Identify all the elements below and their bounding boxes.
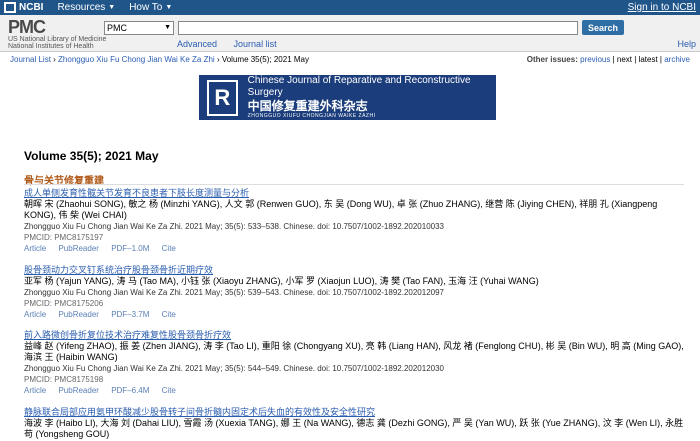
database-select[interactable]: PMC ▼ <box>104 20 174 35</box>
search-button[interactable]: Search <box>582 20 625 35</box>
article-link-cite[interactable]: Cite <box>162 310 176 319</box>
pmc-logo[interactable]: PMC US National Library of Medicine Nati… <box>8 18 108 50</box>
database-select-value: PMC <box>107 22 127 33</box>
chevron-down-icon: ▼ <box>164 24 171 31</box>
howto-menu[interactable]: How To ▼ <box>129 2 172 13</box>
article-authors: 亚军 杨 (Yajun YANG), 涛 马 (Tao MA), 小钰 张 (X… <box>24 276 539 286</box>
issue-link-latest[interactable]: latest <box>639 55 658 64</box>
section-divider <box>24 184 684 185</box>
pmc-logo-subtitle: US National Library of Medicine National… <box>8 36 107 50</box>
breadcrumb-journal[interactable]: Zhongguo Xiu Fu Chong Jian Wai Ke Za Zhi <box>58 55 215 64</box>
resources-menu[interactable]: Resources ▼ <box>57 2 115 13</box>
pmc-logo-mark: PMC <box>8 17 46 37</box>
chevron-down-icon: ▼ <box>108 4 116 11</box>
article-title-link[interactable]: 前入路微创骨折复位技术治疗难复性股骨颈骨折疗效 <box>24 330 684 341</box>
journal-logo-icon: R <box>207 79 238 116</box>
issue-link-archive[interactable]: archive <box>664 55 690 64</box>
article-link-pdf[interactable]: PDF–1.0M <box>111 244 149 253</box>
other-issues: Other issues: previous | next | latest |… <box>526 54 690 64</box>
article-pmcid: PMCID: PMC8175197 <box>24 233 104 242</box>
article-title-link[interactable]: 静脉联合局部应用氨甲环酸减少股骨转子间骨折髓内固定术后失血的有效性及安全性研究 <box>24 407 684 418</box>
journal-list-link[interactable]: Journal list <box>234 39 277 49</box>
list-item: 股骨颈动力交叉钉系统治疗股骨颈骨折近期疗效 亚军 杨 (Yajun YANG),… <box>24 265 684 320</box>
article-links: Article PubReader PDF–3.7M Cite <box>24 309 684 320</box>
article-link-pubreader[interactable]: PubReader <box>58 244 98 253</box>
other-issues-label: Other issues: <box>526 54 578 64</box>
article-link-cite[interactable]: Cite <box>162 244 176 253</box>
breadcrumb-journal-list[interactable]: Journal List <box>10 55 51 64</box>
article-links: Article PubReader PDF–6.4M Cite <box>24 385 684 396</box>
issue-link-next[interactable]: next <box>617 55 632 64</box>
breadcrumb-current: Volume 35(5); 2021 May <box>221 54 309 64</box>
article-links: Article PubReader PDF–1.0M Cite <box>24 243 684 254</box>
ncbi-label: NCBI <box>19 2 44 13</box>
article-citation: Zhongguo Xiu Fu Chong Jian Wai Ke Za Zhi… <box>24 288 444 297</box>
issue-link-previous[interactable]: previous <box>580 55 610 64</box>
pmc-header: PMC US National Library of Medicine Nati… <box>0 15 700 52</box>
article-link-pdf[interactable]: PDF–3.7M <box>111 310 149 319</box>
ncbi-home-link[interactable]: NCBI <box>4 2 43 13</box>
breadcrumb-separator: › <box>214 54 222 64</box>
article-link-pdf[interactable]: PDF–6.4M <box>111 386 149 395</box>
article-link-article[interactable]: Article <box>24 386 46 395</box>
article-authors: 益峰 赵 (Yifeng ZHAO), 振 姜 (Zhen JIANG), 涛 … <box>24 341 684 362</box>
search-input[interactable] <box>178 20 578 35</box>
journal-banner: R Chinese Journal of Reparative and Reco… <box>199 75 496 120</box>
article-link-pubreader[interactable]: PubReader <box>58 386 98 395</box>
article-pmcid: PMCID: PMC8175206 <box>24 299 104 308</box>
chevron-down-icon: ▼ <box>165 4 173 11</box>
banner-english-title: Chinese Journal of Reparative and Recons… <box>247 75 471 98</box>
article-link-cite[interactable]: Cite <box>162 386 176 395</box>
banner-pinyin: ZHONGGUO XIUFU CHONGJIAN WAIKE ZAZHI <box>247 113 376 119</box>
article-title-link[interactable]: 股骨颈动力交叉钉系统治疗股骨颈骨折近期疗效 <box>24 265 684 276</box>
list-item: 成人单侧发育性髋关节发育不良患者下肢长度测量与分析 朝晖 宋 (Zhaohui … <box>24 188 684 254</box>
help-link[interactable]: Help <box>677 39 696 49</box>
signin-link[interactable]: Sign in to NCBI <box>628 2 696 13</box>
breadcrumb: Journal List › Zhongguo Xiu Fu Chong Jia… <box>0 52 700 66</box>
page-title: Volume 35(5); 2021 May <box>24 149 159 163</box>
ncbi-topbar: NCBI Resources ▼ How To ▼ Sign in to NCB… <box>0 0 700 15</box>
article-pmcid: PMCID: PMC8175198 <box>24 375 104 384</box>
article-citation: Zhongguo Xiu Fu Chong Jian Wai Ke Za Zhi… <box>24 364 444 373</box>
howto-label: How To <box>129 2 163 13</box>
search-bar: PMC ▼ Search <box>104 20 625 35</box>
ncbi-logo-icon <box>4 2 16 13</box>
search-sublinks: Advanced Journal list <box>177 39 291 49</box>
article-link-pubreader[interactable]: PubReader <box>58 310 98 319</box>
article-authors: 海波 李 (Haibo LI), 大海 刘 (Dahai LIU), 雪霞 汤 … <box>24 418 684 439</box>
advanced-link[interactable]: Advanced <box>177 39 217 49</box>
resources-label: Resources <box>57 2 106 13</box>
article-authors: 朝晖 宋 (Zhaohui SONG), 敏之 杨 (Minzhi YANG),… <box>24 199 658 220</box>
article-link-article[interactable]: Article <box>24 310 46 319</box>
list-item: 前入路微创骨折复位技术治疗难复性股骨颈骨折疗效 益峰 赵 (Yifeng ZHA… <box>24 330 684 396</box>
banner-chinese-title: 中国修复重建外科杂志 <box>247 99 368 113</box>
list-item: 静脉联合局部应用氨甲环酸减少股骨转子间骨折髓内固定术后失血的有效性及安全性研究 … <box>24 407 684 440</box>
article-citation: Zhongguo Xiu Fu Chong Jian Wai Ke Za Zhi… <box>24 222 444 231</box>
article-title-link[interactable]: 成人单侧发育性髋关节发育不良患者下肢长度测量与分析 <box>24 188 684 199</box>
article-link-article[interactable]: Article <box>24 244 46 253</box>
breadcrumb-separator: › <box>50 54 59 64</box>
